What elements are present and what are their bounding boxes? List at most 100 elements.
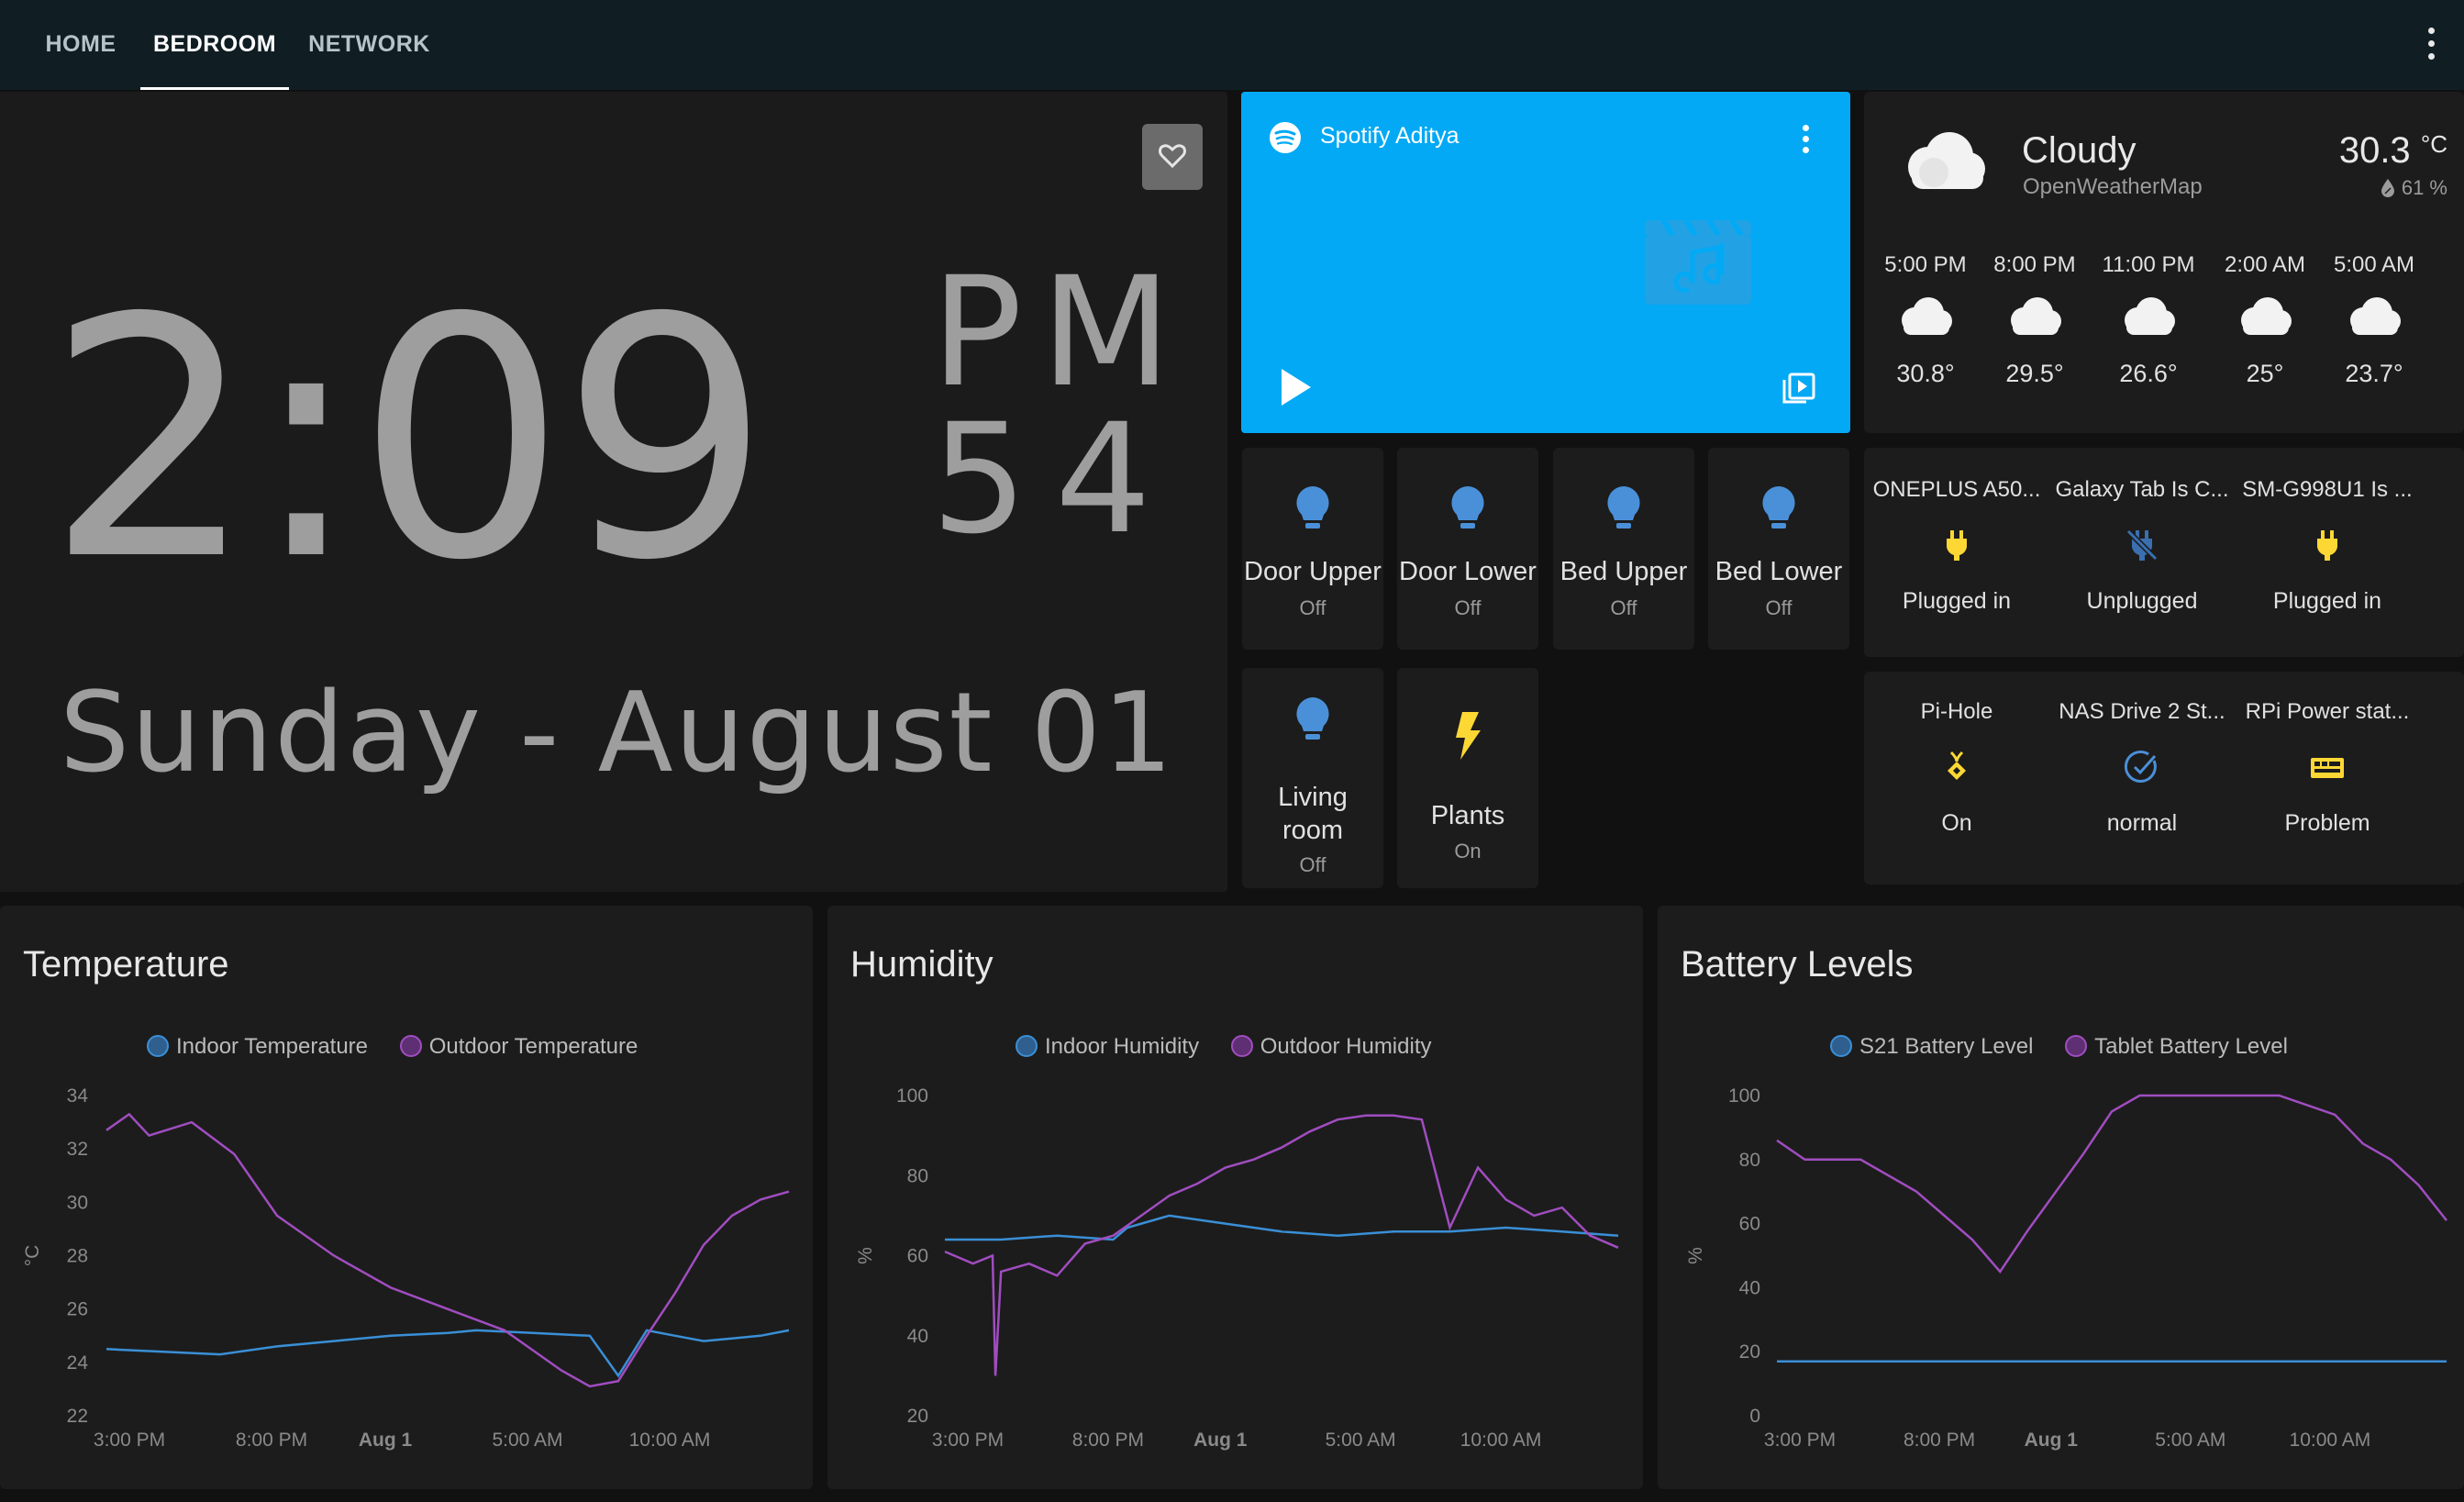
x-tick-label: 5:00 AM [1326, 1430, 1396, 1451]
light-state: Off [1454, 596, 1482, 619]
clock-seconds: 54 [931, 391, 1179, 567]
y-tick-label: 26 [67, 1299, 88, 1320]
tab-home[interactable]: HOME [35, 0, 127, 90]
light-tile-living-room[interactable]: Living room Off [1242, 668, 1383, 888]
charger-name: ONEPLUS A50... [1872, 477, 2041, 502]
y-tick-label: 32 [67, 1139, 88, 1160]
x-tick-label: 5:00 AM [492, 1430, 562, 1451]
y-axis-label: % [855, 1247, 876, 1264]
forecast-time: 11:00 PM [2102, 252, 2195, 277]
service-name: Pi-Hole [1920, 699, 1993, 724]
light-name: Living room [1278, 783, 1348, 845]
service-state: normal [2106, 810, 2178, 836]
service-state: On [1941, 810, 1972, 836]
music-video-icon [1645, 220, 1751, 305]
switch-name: Plants [1430, 801, 1505, 830]
power-supply-icon [2311, 758, 2344, 778]
service-name: NAS Drive 2 St... [2059, 699, 2225, 724]
overflow-menu-icon[interactable] [2425, 28, 2436, 62]
favorite-button[interactable] [1142, 124, 1203, 190]
tab-network[interactable]: NETWORK [303, 0, 436, 90]
forecast-item: 11:00 PM 26.6° [2089, 252, 2208, 388]
y-tick-label: 100 [1728, 1085, 1760, 1107]
lightbulb-icon [1451, 486, 1484, 528]
water-percent-icon [2381, 179, 2394, 197]
charger-name: SM-G998U1 Is ... [2242, 477, 2413, 502]
x-tick-label: 10:00 AM [2290, 1430, 2371, 1451]
y-tick-label: 40 [907, 1326, 928, 1347]
forecast-time: 8:00 PM [1993, 252, 2076, 277]
x-tick-label: Aug 1 [1193, 1430, 1248, 1451]
lightbulb-icon [1296, 697, 1329, 740]
y-tick-label: 34 [67, 1085, 89, 1107]
y-tick-label: 80 [907, 1165, 928, 1186]
tab-bedroom[interactable]: BEDROOM [140, 0, 289, 90]
x-tick-label: Aug 1 [2025, 1430, 2079, 1451]
weather-card[interactable]: Cloudy OpenWeatherMap 30.3 °C 61 % 5:00 … [1864, 92, 2464, 433]
lightbulb-icon [1762, 486, 1795, 528]
service-state: Problem [2284, 810, 2370, 836]
power-plug-off-icon [2125, 528, 2159, 562]
charger-entity[interactable]: Galaxy Tab Is C... Unplugged [2049, 477, 2235, 615]
y-axis-label: % [1685, 1247, 1706, 1264]
service-entity[interactable]: Pi-Hole On [1864, 699, 2049, 837]
x-tick-label: 10:00 AM [629, 1430, 711, 1451]
forecast-temp: 26.6° [2119, 360, 2178, 387]
temperature-chart: 34 32 30 28 26 24 22 °C 3:00 PM 8:00 PM Aug 1 5:00 … [22, 1085, 790, 1451]
top-app-bar: HOME BEDROOM NETWORK [0, 0, 2464, 90]
y-axis-label: °C [22, 1245, 43, 1267]
switch-tile-plants[interactable]: Plants On [1397, 668, 1538, 888]
y-tick-label: 40 [1739, 1277, 1760, 1298]
light-tile-bed-lower[interactable]: Bed Lower Off [1708, 448, 1849, 650]
media-more-icon[interactable] [1803, 125, 1810, 158]
x-tick-label: 8:00 PM [236, 1430, 307, 1451]
media-player-title: Spotify Aditya [1320, 123, 1460, 149]
x-tick-label: 3:00 PM [932, 1430, 1004, 1451]
services-status-card: Pi-Hole On NAS Drive 2 St... normal RPi … [1864, 672, 2464, 885]
light-name: Door Upper [1244, 557, 1382, 586]
switch-state: On [1454, 840, 1482, 862]
y-tick-label: 60 [907, 1246, 928, 1267]
battery-chart-card: Battery Levels S21 Battery Level Tablet … [1658, 906, 2464, 1489]
service-entity[interactable]: NAS Drive 2 St... normal [2049, 699, 2235, 837]
x-tick-label: Aug 1 [359, 1430, 413, 1451]
forecast-time: 5:00 PM [1884, 252, 1967, 277]
light-state: Off [1299, 853, 1326, 876]
light-state: Off [1610, 596, 1637, 619]
light-name: Door Lower [1399, 557, 1537, 586]
y-tick-label: 20 [1739, 1341, 1760, 1363]
heart-icon [1159, 144, 1186, 169]
series-line-0 [945, 1214, 1619, 1241]
active-tab-indicator [140, 87, 289, 90]
media-player-card[interactable]: Spotify Aditya [1241, 92, 1850, 433]
forecast-item: 8:00 PM 29.5° [1975, 252, 2094, 388]
lightbulb-icon [1607, 486, 1640, 528]
light-tile-bed-upper[interactable]: Bed Upper Off [1553, 448, 1694, 650]
cloudy-icon [1908, 132, 1985, 189]
weather-condition: Cloudy [2022, 130, 2137, 171]
play-icon[interactable] [1278, 367, 1315, 407]
y-tick-label: 30 [67, 1192, 88, 1213]
cloudy-icon [1902, 297, 1952, 335]
forecast-item: 2:00 AM 25° [2205, 252, 2325, 388]
x-tick-label: 8:00 PM [1903, 1430, 1975, 1451]
temperature-chart-card: Temperature Indoor Temperature Outdoor T… [0, 906, 813, 1489]
media-source-icon[interactable] [1782, 371, 1815, 404]
x-tick-label: 3:00 PM [94, 1430, 165, 1451]
light-tile-door-upper[interactable]: Door Upper Off [1242, 448, 1383, 650]
charger-entity[interactable]: SM-G998U1 Is ... Plugged in [2235, 477, 2420, 615]
y-tick-label: 24 [67, 1352, 89, 1374]
humidity-value: 61 % [2401, 176, 2447, 199]
charger-entity[interactable]: ONEPLUS A50... Plugged in [1864, 477, 2049, 615]
light-tile-door-lower[interactable]: Door Lower Off [1397, 448, 1538, 650]
humidity-chart-card: Humidity Indoor Humidity Outdoor Humidit… [827, 906, 1643, 1489]
lightbulb-icon [1296, 486, 1329, 528]
service-entity[interactable]: RPi Power stat... Problem [2235, 699, 2420, 837]
charger-status-card: ONEPLUS A50... Plugged in Galaxy Tab Is … [1864, 448, 2464, 657]
weather-humidity: 61 % [2380, 176, 2447, 200]
x-tick-label: 10:00 AM [1460, 1430, 1542, 1451]
series-line-1 [1776, 1094, 2447, 1274]
forecast-temp: 30.8° [1896, 360, 1955, 387]
temperature-unit: °C [2420, 130, 2447, 158]
y-tick-label: 28 [67, 1246, 88, 1267]
